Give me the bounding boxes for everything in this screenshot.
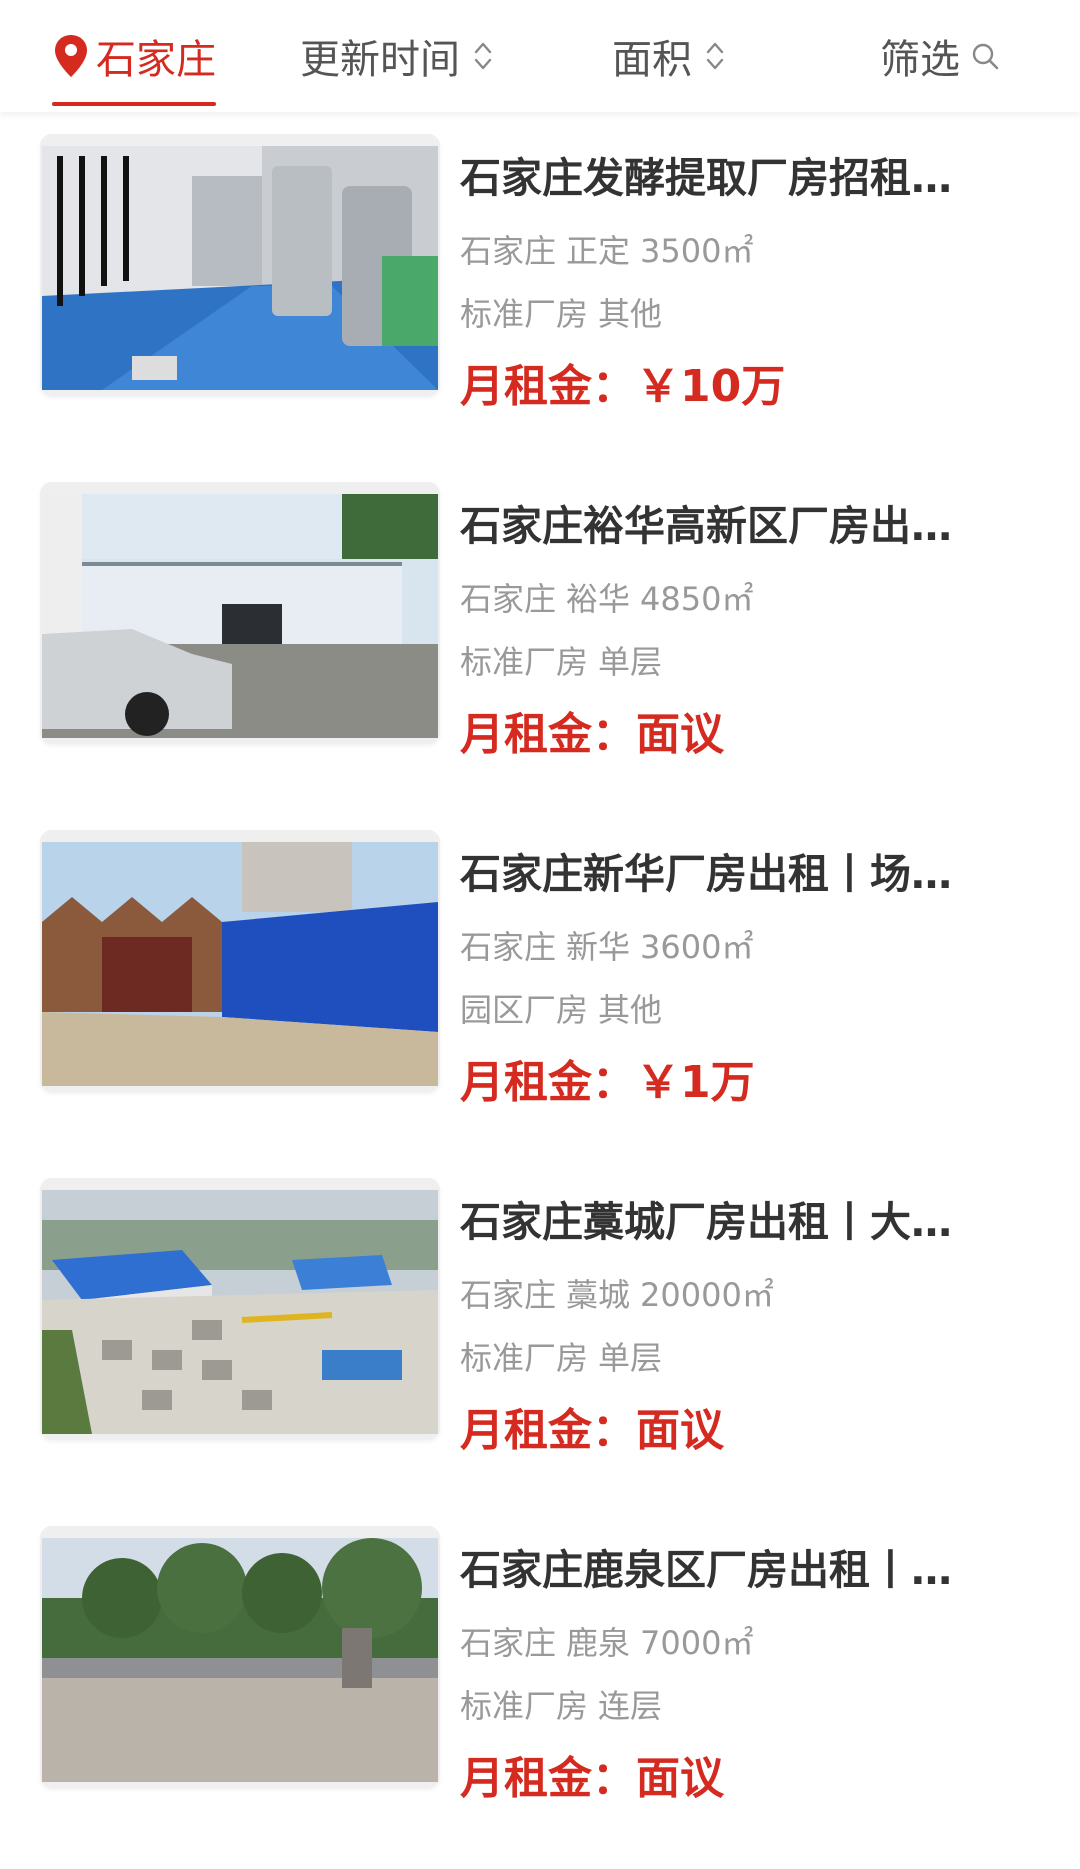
location-pin-icon: [55, 35, 87, 77]
price-value: 面议: [636, 1405, 724, 1456]
listing-price: 月租金：面议: [460, 1404, 724, 1458]
blue-warehouse-photo: [42, 842, 438, 1086]
listing-card[interactable]: 石家庄裕华高新区厂房出… 石家庄 裕华 4850㎡ 标准厂房 单层 月租金：面议: [0, 470, 1080, 818]
listing-area: 4850㎡: [640, 580, 754, 618]
listing-price: 月租金：￥10万: [460, 360, 785, 414]
listing-meta: 石家庄 裕华 4850㎡: [460, 578, 753, 620]
sort-updown-icon: [706, 42, 724, 70]
listing-type: 标准厂房: [460, 295, 589, 333]
listing-title[interactable]: 石家庄藁城厂房出租丨大…: [460, 1196, 1005, 1248]
listing-thumbnail[interactable]: [40, 134, 440, 396]
price-value: ￥10万: [636, 361, 786, 412]
fermentation-workshop-photo: [42, 146, 438, 390]
listing-type: 标准厂房: [460, 643, 589, 681]
sort-updown-icon: [474, 42, 492, 70]
listing-title[interactable]: 石家庄裕华高新区厂房出…: [460, 500, 1005, 552]
listing-district: 裕华: [566, 580, 631, 618]
listing-type: 标准厂房: [460, 1339, 589, 1377]
listing-title[interactable]: 石家庄鹿泉区厂房出租丨…: [460, 1544, 1005, 1596]
listing-price: 月租金：面议: [460, 1752, 724, 1806]
listing-area: 20000㎡: [640, 1276, 774, 1314]
listing-tags: 标准厂房 连层: [460, 1685, 662, 1727]
update-time-label: 更新时间: [300, 37, 460, 83]
listing-city: 石家庄: [460, 928, 557, 966]
listing-meta: 石家庄 藁城 20000㎡: [460, 1274, 774, 1316]
listing-card[interactable]: 石家庄新华厂房出租丨场… 石家庄 新华 3600㎡ 园区厂房 其他 月租金：￥1万: [0, 818, 1080, 1166]
sort-by-update-time[interactable]: 更新时间: [300, 24, 494, 88]
listing-district: 藁城: [566, 1276, 631, 1314]
tree-lined-road-photo: [42, 1538, 438, 1782]
listing-city: 石家庄: [460, 1276, 557, 1314]
listing-floor: 连层: [598, 1687, 663, 1725]
listing-floor: 其他: [598, 991, 663, 1029]
listing-card[interactable]: 石家庄发酵提取厂房招租… 石家庄 正定 3500㎡ 标准厂房 其他 月租金：￥10万: [0, 122, 1080, 470]
listing-title[interactable]: 石家庄新华厂房出租丨场…: [460, 848, 1005, 900]
parking-yard-photo: [42, 494, 438, 738]
listing-city: 石家庄: [460, 232, 557, 270]
listing-district: 新华: [566, 928, 631, 966]
listing-area: 3500㎡: [640, 232, 754, 270]
listing-meta: 石家庄 新华 3600㎡: [460, 926, 753, 968]
listing-city: 石家庄: [460, 580, 557, 618]
listing-area: 7000㎡: [640, 1624, 754, 1662]
price-label: 月租金：: [460, 1405, 636, 1456]
listing-tags: 园区厂房 其他: [460, 989, 662, 1031]
listing-thumbnail[interactable]: [40, 830, 440, 1092]
filter-bar: 石家庄 更新时间 面积 筛选: [0, 0, 1080, 112]
aerial-factory-photo: [42, 1190, 438, 1434]
listing-floor: 单层: [598, 1339, 663, 1377]
price-label: 月租金：: [460, 1057, 636, 1108]
search-icon: [972, 43, 999, 70]
listing-thumbnail[interactable]: [40, 482, 440, 744]
price-label: 月租金：: [460, 361, 636, 412]
listing-thumbnail[interactable]: [40, 1178, 440, 1440]
listing-page: 石家庄 更新时间 面积 筛选 石家庄发酵提取厂房招租… 石家庄 正定 3500㎡…: [0, 0, 1080, 1869]
listing-card[interactable]: 石家庄藁城厂房出租丨大… 石家庄 藁城 20000㎡ 标准厂房 单层 月租金：面议: [0, 1166, 1080, 1514]
listing-card[interactable]: 石家庄鹿泉区厂房出租丨… 石家庄 鹿泉 7000㎡ 标准厂房 连层 月租金：面议: [0, 1514, 1080, 1862]
active-tab-underline: [52, 102, 216, 106]
price-label: 月租金：: [460, 709, 636, 760]
listing-title[interactable]: 石家庄发酵提取厂房招租…: [460, 152, 1005, 204]
price-value: 面议: [636, 1753, 724, 1804]
listing-type: 标准厂房: [460, 1687, 589, 1725]
listing-type: 园区厂房: [460, 991, 589, 1029]
listing-floor: 单层: [598, 643, 663, 681]
listing-district: 正定: [566, 232, 631, 270]
listing-thumbnail[interactable]: [40, 1526, 440, 1788]
listing-floor: 其他: [598, 295, 663, 333]
city-filter[interactable]: 石家庄: [52, 24, 216, 106]
sort-by-area[interactable]: 面积: [612, 24, 726, 88]
listing-meta: 石家庄 正定 3500㎡: [460, 230, 753, 272]
listing-price: 月租金：面议: [460, 708, 724, 762]
listing-tags: 标准厂房 单层: [460, 641, 662, 683]
listing-price: 月租金：￥1万: [460, 1056, 755, 1110]
price-value: 面议: [636, 709, 724, 760]
price-label: 月租金：: [460, 1753, 636, 1804]
listing-tags: 标准厂房 其他: [460, 293, 662, 335]
filter-label: 筛选: [880, 37, 960, 83]
listing-district: 鹿泉: [566, 1624, 631, 1662]
area-label: 面积: [612, 37, 692, 83]
price-value: ￥1万: [636, 1057, 755, 1108]
listing-city: 石家庄: [460, 1624, 557, 1662]
listing-tags: 标准厂房 单层: [460, 1337, 662, 1379]
listing-meta: 石家庄 鹿泉 7000㎡: [460, 1622, 753, 1664]
city-filter-label: 石家庄: [96, 37, 216, 83]
listing-area: 3600㎡: [640, 928, 754, 966]
filter-button[interactable]: 筛选: [880, 24, 1000, 88]
